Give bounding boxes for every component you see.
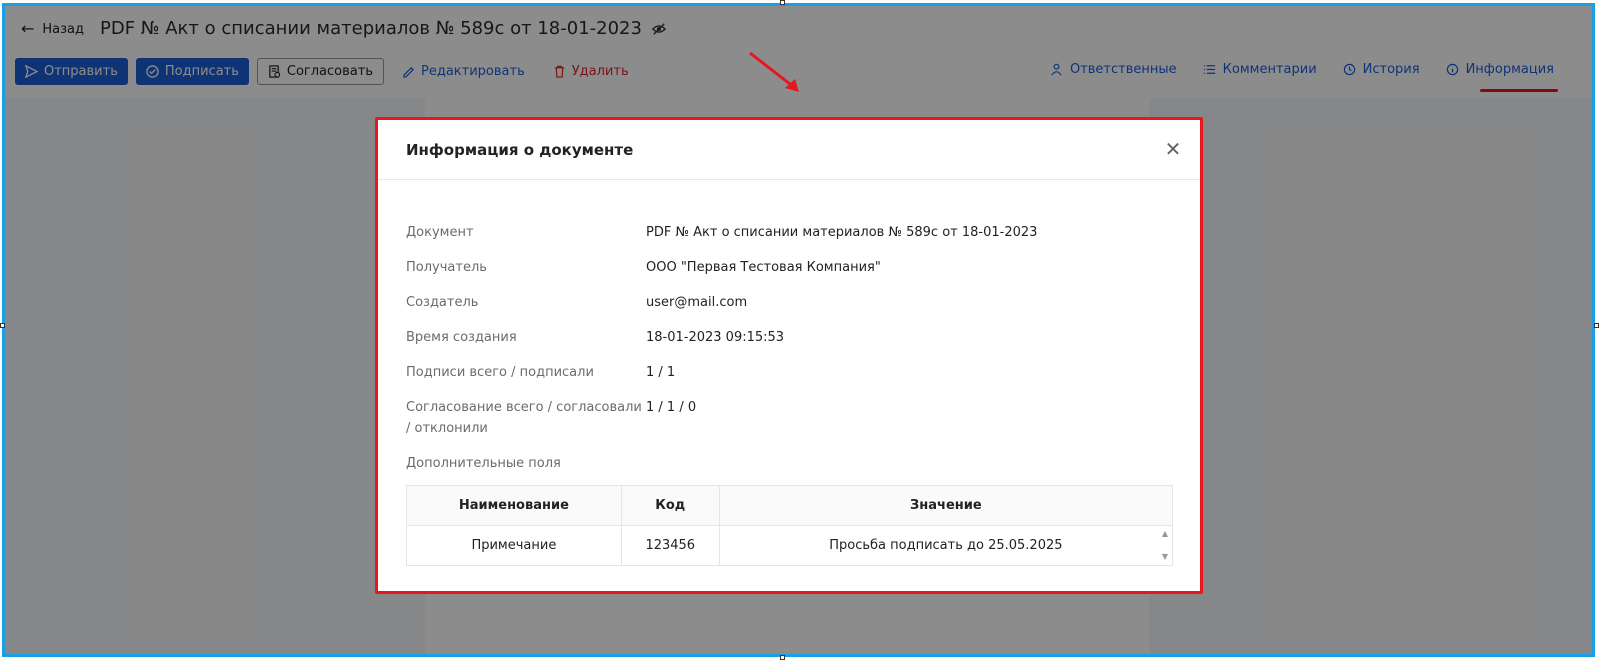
info-value: ООО "Первая Тестовая Компания" [646,260,881,275]
resize-handle[interactable] [780,655,785,660]
table-header-row: Наименование Код Значение [406,485,1174,526]
info-row-signatures: Подписи всего / подписали 1 / 1 [406,362,1176,383]
table-row: Примечание 123456 Просьба подписать до 2… [406,525,1174,566]
column-header: Значение [718,485,1174,526]
extra-fields-table: Наименование Код Значение Примечание 123… [406,485,1174,566]
scroll-up-icon[interactable]: ▲ [1162,529,1168,538]
column-header: Код [620,485,720,526]
info-value: user@mail.com [646,295,748,310]
resize-handle[interactable] [0,323,5,328]
dialog-header: Информация о документе ✕ [378,120,1200,180]
document-info-dialog: Информация о документе ✕ Документ PDF № … [375,117,1203,594]
table-cell: Примечание [406,525,622,566]
info-value: PDF № Акт о списании материалов № 589с о… [646,225,1038,240]
column-header: Наименование [406,485,622,526]
info-row-creator: Создатель user@mail.com [406,292,1176,313]
table-cell: Просьба подписать до 25.05.2025 [718,525,1174,566]
info-label: Получатель [406,260,487,275]
dialog-title: Информация о документе [406,141,634,159]
annotation-arrow-icon [749,51,799,92]
scroll-down-icon[interactable]: ▼ [1162,552,1168,561]
app-window: ← Назад PDF № Акт о списании материалов … [5,6,1592,654]
info-label: Документ [406,225,474,240]
resize-handle[interactable] [780,0,785,5]
info-row-document: Документ PDF № Акт о списании материалов… [406,222,1176,243]
info-row-extra-fields: Дополнительные поля [406,453,1176,474]
resize-handle[interactable] [1594,323,1599,328]
info-label: Время создания [406,330,517,345]
info-value: 1 / 1 / 0 [646,400,697,415]
info-row-recipient: Получатель ООО "Первая Тестовая Компания… [406,257,1176,278]
table-scrollbar[interactable]: ▲ ▼ [1159,525,1171,565]
document-info-list: Документ PDF № Акт о списании материалов… [406,222,1176,488]
info-label: Создатель [406,295,479,310]
close-icon[interactable]: ✕ [1162,137,1184,161]
extra-fields-table-wrap: Наименование Код Значение Примечание 123… [406,485,1174,566]
table-cell: 123456 [620,525,720,566]
info-label: Согласование всего / согласовали / откло… [406,400,642,436]
info-label: Подписи всего / подписали [406,365,594,380]
info-value: 1 / 1 [646,365,676,380]
screenshot-frame: ← Назад PDF № Акт о списании материалов … [2,3,1595,657]
info-row-approvals: Согласование всего / согласовали / откло… [406,397,1176,439]
info-label: Дополнительные поля [406,456,561,471]
info-value: 18-01-2023 09:15:53 [646,330,785,345]
info-row-created-time: Время создания 18-01-2023 09:15:53 [406,327,1176,348]
